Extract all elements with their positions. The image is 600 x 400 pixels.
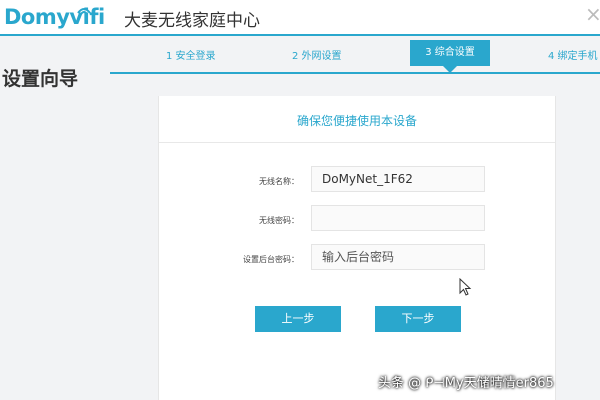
- prev-step-button[interactable]: 上一步: [255, 306, 341, 332]
- header-divider: [0, 34, 600, 36]
- card-title: 确保您便捷使用本设备: [296, 114, 417, 128]
- mouse-cursor-icon: [459, 278, 472, 296]
- step-bind-phone: 4 绑定手机: [548, 51, 598, 62]
- wifi-name-input[interactable]: DoMyNet_1F62: [311, 166, 485, 192]
- settings-card: 确保您便捷使用本设备 无线名称： DoMyNet_1F62 无线密码： 设置后台…: [158, 96, 556, 400]
- wifi-name-label: 无线名称：: [259, 177, 299, 186]
- wifi-password-label: 无线密码：: [259, 216, 299, 225]
- step-wan-setup: 2 外网设置: [292, 51, 342, 62]
- next-step-button[interactable]: 下一步: [375, 306, 461, 332]
- watermark: 头条 @ ᑭ⊣My天储晴情er865: [378, 376, 554, 391]
- step-security-login: 1 安全登录: [166, 51, 216, 62]
- step-general-settings-active: 3 综合设置: [410, 40, 490, 66]
- close-icon[interactable]: ×: [585, 2, 600, 26]
- card-divider: [159, 142, 555, 143]
- app-header: Domyvifi 大麦无线家庭中心 ×: [0, 0, 600, 34]
- steps-progress-line: [110, 72, 600, 74]
- admin-password-input[interactable]: 输入后台密码: [311, 244, 485, 270]
- admin-password-label: 设置后台密码：: [243, 255, 299, 264]
- page-title: 设置向导: [2, 68, 79, 90]
- wifi-password-input[interactable]: [311, 205, 485, 231]
- wifi-icon: [77, 8, 91, 15]
- wizard-steps: 1 安全登录 2 外网设置 3 综合设置 4 绑定手机: [0, 40, 600, 80]
- app-title: 大麦无线家庭中心: [124, 11, 260, 31]
